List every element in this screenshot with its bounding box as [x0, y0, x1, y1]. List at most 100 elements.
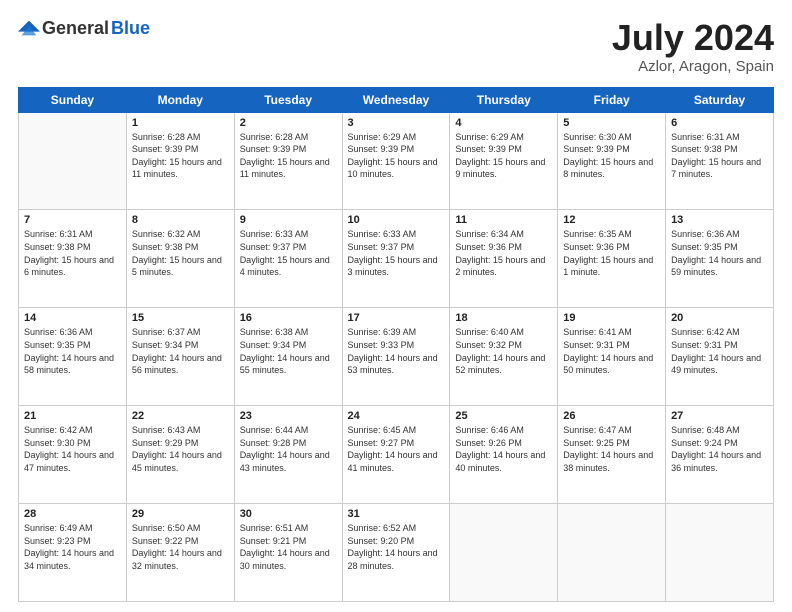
- day-info: Sunrise: 6:51 AMSunset: 9:21 PMDaylight:…: [240, 522, 337, 572]
- day-number: 7: [24, 214, 121, 226]
- table-row: 20 Sunrise: 6:42 AMSunset: 9:31 PMDayligh…: [666, 308, 774, 406]
- table-row: 8 Sunrise: 6:32 AMSunset: 9:38 PMDaylight…: [126, 210, 234, 308]
- table-row: 5 Sunrise: 6:30 AMSunset: 9:39 PMDaylight…: [558, 112, 666, 210]
- day-number: 22: [132, 410, 229, 422]
- table-row: [558, 504, 666, 602]
- col-thursday: Thursday: [450, 87, 558, 112]
- table-row: 18 Sunrise: 6:40 AMSunset: 9:32 PMDayligh…: [450, 308, 558, 406]
- day-number: 24: [348, 410, 445, 422]
- day-info: Sunrise: 6:48 AMSunset: 9:24 PMDaylight:…: [671, 424, 768, 474]
- table-row: 13Sunrise: 6:36 AMSunset: 9:35 PMDayligh…: [666, 210, 774, 308]
- day-number: 31: [348, 508, 445, 520]
- day-number: 9: [240, 214, 337, 226]
- table-row: 24 Sunrise: 6:45 AMSunset: 9:27 PMDayligh…: [342, 406, 450, 504]
- day-number: 18: [455, 312, 552, 324]
- calendar-week-row: 21Sunrise: 6:42 AMSunset: 9:30 PMDayligh…: [19, 406, 774, 504]
- table-row: 9 Sunrise: 6:33 AMSunset: 9:37 PMDaylight…: [234, 210, 342, 308]
- day-number: 11: [455, 214, 552, 226]
- day-number: 30: [240, 508, 337, 520]
- day-info: Sunrise: 6:32 AMSunset: 9:38 PMDaylight:…: [132, 228, 229, 278]
- day-number: 2: [240, 117, 337, 129]
- day-info: Sunrise: 6:28 AMSunset: 9:39 PMDaylight:…: [132, 131, 229, 181]
- day-info: Sunrise: 6:37 AMSunset: 9:34 PMDaylight:…: [132, 326, 229, 376]
- day-number: 8: [132, 214, 229, 226]
- day-number: 28: [24, 508, 121, 520]
- day-info: Sunrise: 6:29 AMSunset: 9:39 PMDaylight:…: [455, 131, 552, 181]
- day-number: 16: [240, 312, 337, 324]
- table-row: 26 Sunrise: 6:47 AMSunset: 9:25 PMDayligh…: [558, 406, 666, 504]
- table-row: 2Sunrise: 6:28 AMSunset: 9:39 PMDaylight…: [234, 112, 342, 210]
- table-row: 16 Sunrise: 6:38 AMSunset: 9:34 PMDayligh…: [234, 308, 342, 406]
- table-row: 6 Sunrise: 6:31 AMSunset: 9:38 PMDaylight…: [666, 112, 774, 210]
- table-row: 31 Sunrise: 6:52 AMSunset: 9:20 PMDayligh…: [342, 504, 450, 602]
- day-number: 15: [132, 312, 229, 324]
- table-row: 28 Sunrise: 6:49 AMSunset: 9:23 PMDayligh…: [19, 504, 127, 602]
- day-number: 6: [671, 117, 768, 129]
- logo-icon: [18, 17, 40, 39]
- day-number: 29: [132, 508, 229, 520]
- day-number: 12: [563, 214, 660, 226]
- weekday-header-row: Sunday Monday Tuesday Wednesday Thursday…: [19, 87, 774, 112]
- day-info: Sunrise: 6:38 AMSunset: 9:34 PMDaylight:…: [240, 326, 337, 376]
- col-monday: Monday: [126, 87, 234, 112]
- table-row: 15 Sunrise: 6:37 AMSunset: 9:34 PMDayligh…: [126, 308, 234, 406]
- table-row: 30 Sunrise: 6:51 AMSunset: 9:21 PMDayligh…: [234, 504, 342, 602]
- day-info: Sunrise: 6:31 AMSunset: 9:38 PMDaylight:…: [671, 131, 768, 181]
- table-row: 10Sunrise: 6:33 AMSunset: 9:37 PMDayligh…: [342, 210, 450, 308]
- day-info: Sunrise: 6:34 AMSunset: 9:36 PMDaylight:…: [455, 228, 552, 278]
- calendar-week-row: 7 Sunrise: 6:31 AMSunset: 9:38 PMDaylight…: [19, 210, 774, 308]
- day-info: Sunrise: 6:36 AMSunset: 9:35 PMDaylight:…: [671, 228, 768, 278]
- day-number: 19: [563, 312, 660, 324]
- logo-general-text: General: [42, 18, 109, 39]
- day-info: Sunrise: 6:31 AMSunset: 9:38 PMDaylight:…: [24, 228, 121, 278]
- day-info: Sunrise: 6:36 AMSunset: 9:35 PMDaylight:…: [24, 326, 121, 376]
- day-info: Sunrise: 6:52 AMSunset: 9:20 PMDaylight:…: [348, 522, 445, 572]
- day-number: 17: [348, 312, 445, 324]
- day-info: Sunrise: 6:46 AMSunset: 9:26 PMDaylight:…: [455, 424, 552, 474]
- day-info: Sunrise: 6:33 AMSunset: 9:37 PMDaylight:…: [348, 228, 445, 278]
- day-info: Sunrise: 6:41 AMSunset: 9:31 PMDaylight:…: [563, 326, 660, 376]
- calendar-week-row: 1 Sunrise: 6:28 AMSunset: 9:39 PMDaylight…: [19, 112, 774, 210]
- day-info: Sunrise: 6:30 AMSunset: 9:39 PMDaylight:…: [563, 131, 660, 181]
- table-row: 21Sunrise: 6:42 AMSunset: 9:30 PMDayligh…: [19, 406, 127, 504]
- col-tuesday: Tuesday: [234, 87, 342, 112]
- day-info: Sunrise: 6:35 AMSunset: 9:36 PMDaylight:…: [563, 228, 660, 278]
- day-info: Sunrise: 6:47 AMSunset: 9:25 PMDaylight:…: [563, 424, 660, 474]
- day-number: 20: [671, 312, 768, 324]
- table-row: 1 Sunrise: 6:28 AMSunset: 9:39 PMDaylight…: [126, 112, 234, 210]
- day-info: Sunrise: 6:44 AMSunset: 9:28 PMDaylight:…: [240, 424, 337, 474]
- col-sunday: Sunday: [19, 87, 127, 112]
- table-row: 23 Sunrise: 6:44 AMSunset: 9:28 PMDayligh…: [234, 406, 342, 504]
- day-info: Sunrise: 6:33 AMSunset: 9:37 PMDaylight:…: [240, 228, 337, 278]
- table-row: 7 Sunrise: 6:31 AMSunset: 9:38 PMDaylight…: [19, 210, 127, 308]
- day-info: Sunrise: 6:42 AMSunset: 9:31 PMDaylight:…: [671, 326, 768, 376]
- table-row: [666, 504, 774, 602]
- calendar-week-row: 14Sunrise: 6:36 AMSunset: 9:35 PMDayligh…: [19, 308, 774, 406]
- table-row: [450, 504, 558, 602]
- logo-blue-text: Blue: [111, 18, 150, 39]
- table-row: 19 Sunrise: 6:41 AMSunset: 9:31 PMDayligh…: [558, 308, 666, 406]
- day-number: 4: [455, 117, 552, 129]
- table-row: 25Sunrise: 6:46 AMSunset: 9:26 PMDayligh…: [450, 406, 558, 504]
- table-row: 11 Sunrise: 6:34 AMSunset: 9:36 PMDayligh…: [450, 210, 558, 308]
- table-row: 14Sunrise: 6:36 AMSunset: 9:35 PMDayligh…: [19, 308, 127, 406]
- table-row: 29Sunrise: 6:50 AMSunset: 9:22 PMDayligh…: [126, 504, 234, 602]
- day-info: Sunrise: 6:43 AMSunset: 9:29 PMDaylight:…: [132, 424, 229, 474]
- day-number: 27: [671, 410, 768, 422]
- day-number: 23: [240, 410, 337, 422]
- table-row: 22 Sunrise: 6:43 AMSunset: 9:29 PMDayligh…: [126, 406, 234, 504]
- table-row: 3Sunrise: 6:29 AMSunset: 9:39 PMDaylight…: [342, 112, 450, 210]
- calendar-table: Sunday Monday Tuesday Wednesday Thursday…: [18, 87, 774, 602]
- page: GeneralBlue July 2024 Azlor, Aragon, Spa…: [0, 0, 792, 612]
- day-info: Sunrise: 6:29 AMSunset: 9:39 PMDaylight:…: [348, 131, 445, 181]
- col-friday: Friday: [558, 87, 666, 112]
- day-number: 1: [132, 117, 229, 129]
- table-row: 12 Sunrise: 6:35 AMSunset: 9:36 PMDayligh…: [558, 210, 666, 308]
- day-info: Sunrise: 6:45 AMSunset: 9:27 PMDaylight:…: [348, 424, 445, 474]
- day-info: Sunrise: 6:49 AMSunset: 9:23 PMDaylight:…: [24, 522, 121, 572]
- calendar-week-row: 28 Sunrise: 6:49 AMSunset: 9:23 PMDayligh…: [19, 504, 774, 602]
- day-info: Sunrise: 6:40 AMSunset: 9:32 PMDaylight:…: [455, 326, 552, 376]
- day-number: 5: [563, 117, 660, 129]
- day-number: 26: [563, 410, 660, 422]
- day-number: 21: [24, 410, 121, 422]
